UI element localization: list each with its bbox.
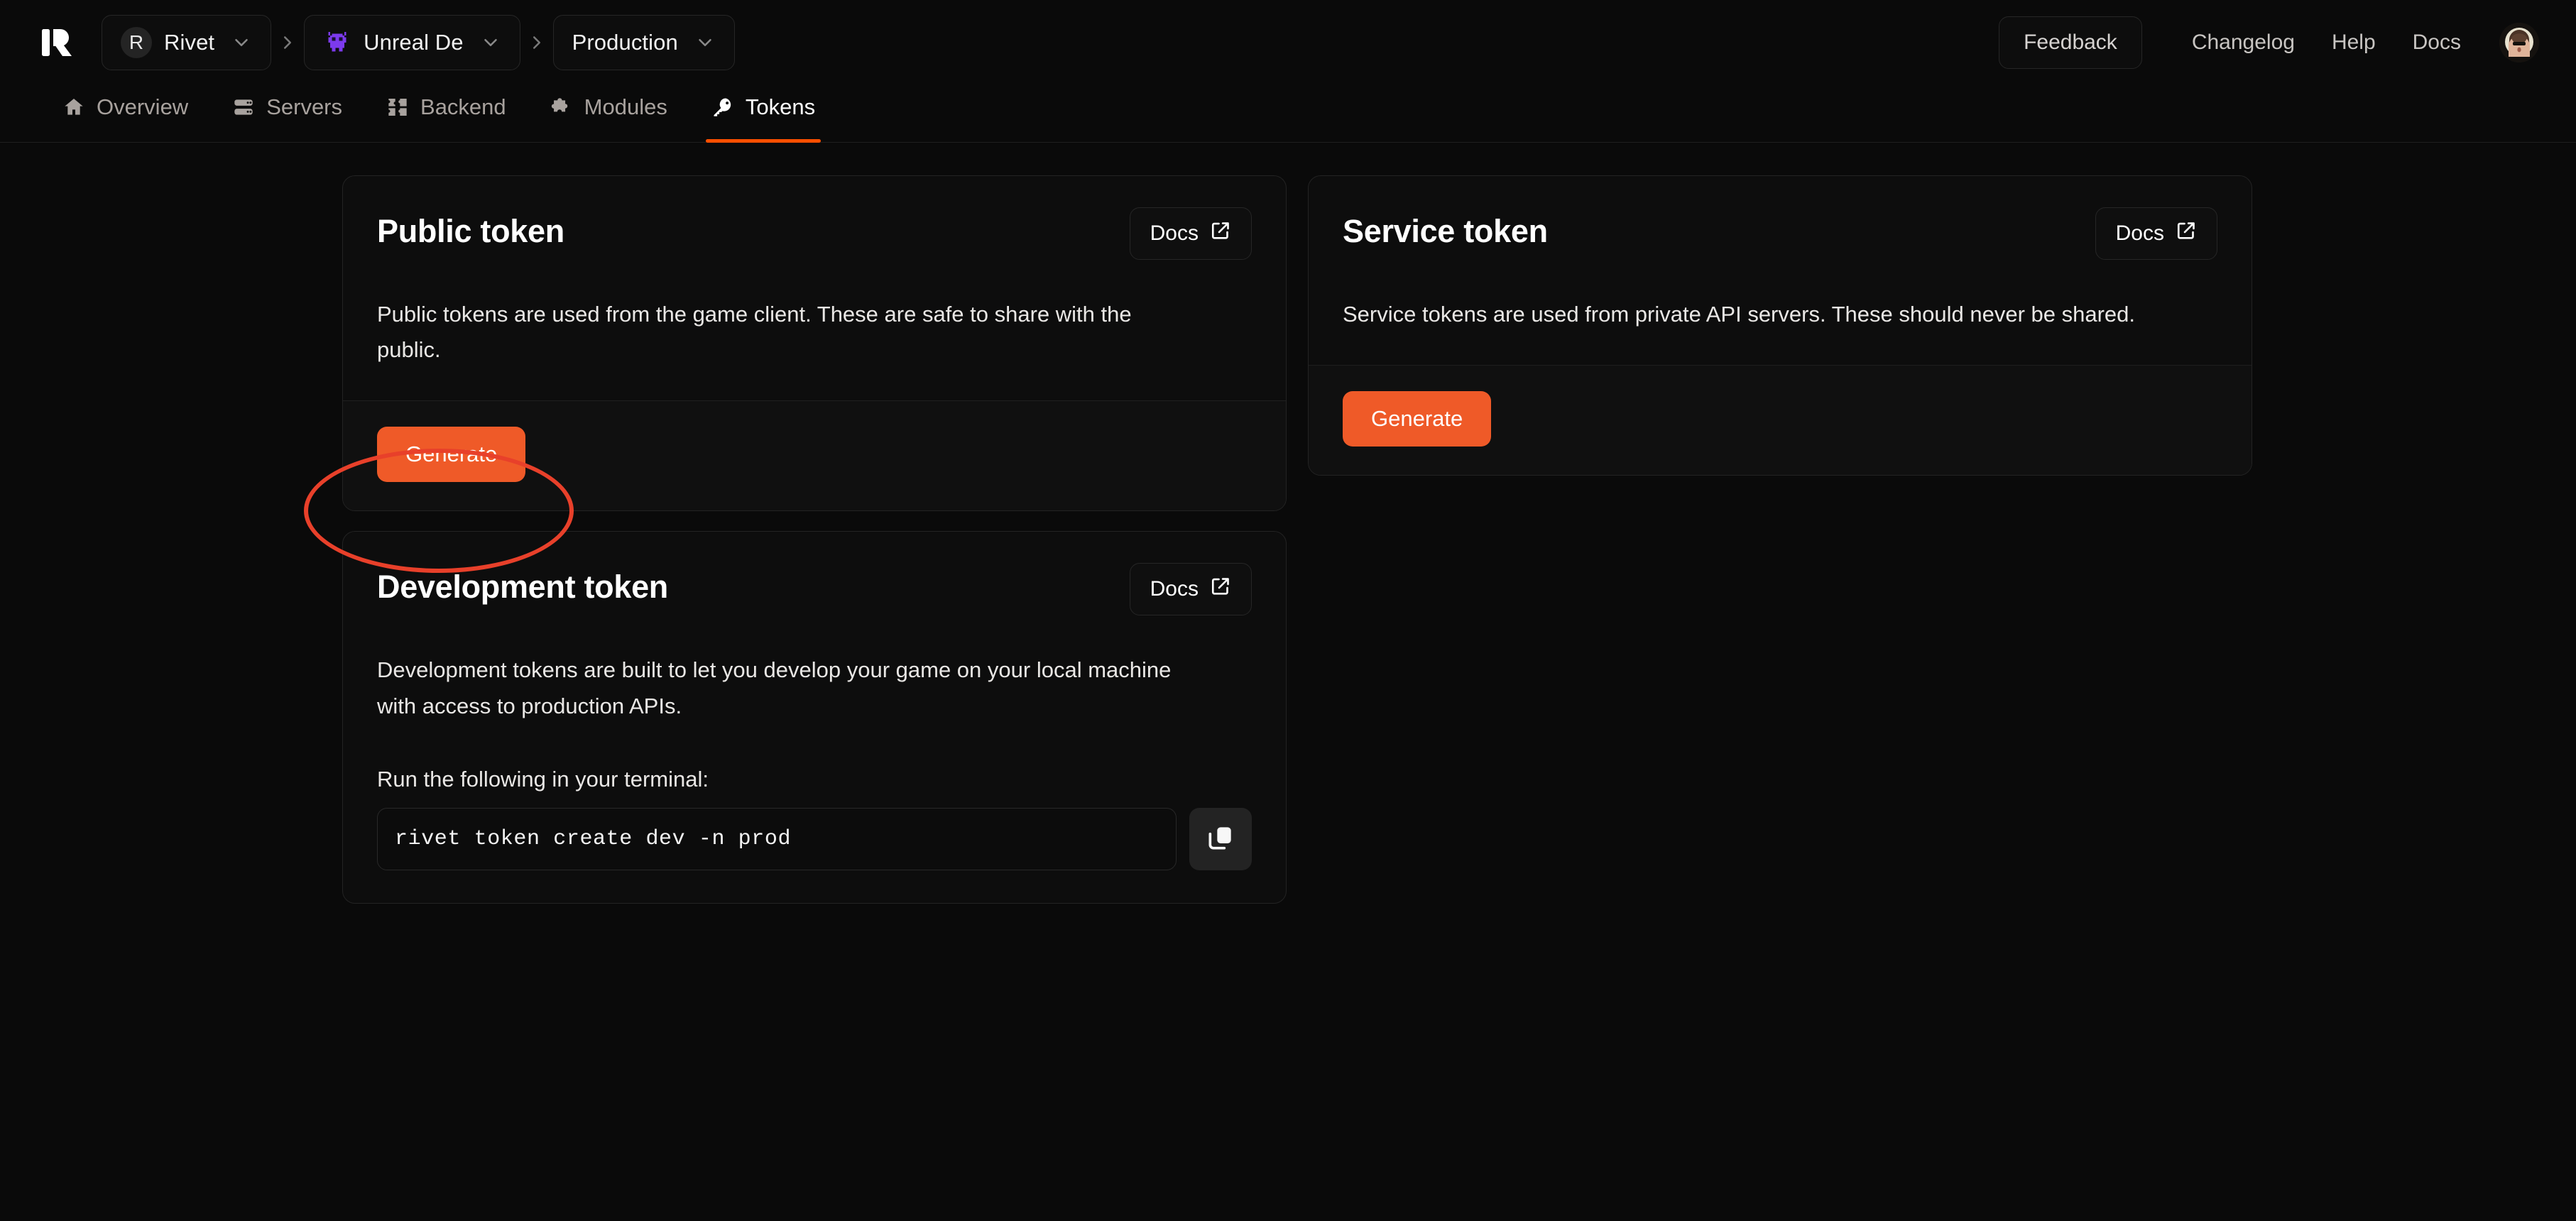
tab-servers-label: Servers [266,94,342,120]
header-link-changelog[interactable]: Changelog [2173,31,2313,55]
service-token-footer: Generate [1309,365,2252,475]
breadcrumb-environment-label: Production [572,30,678,55]
public-token-footer: Generate [343,400,1286,510]
tab-modules-label: Modules [584,94,667,120]
chevron-down-icon [480,32,501,53]
tab-tokens-label: Tokens [746,94,815,120]
chevron-right-icon [520,26,553,59]
breadcrumb-item-game[interactable]: Unreal De [304,15,520,70]
public-token-generate-button[interactable]: Generate [377,427,525,482]
docs-button-label: Docs [1150,577,1199,601]
docs-button-label: Docs [2116,221,2164,246]
game-alien-icon [323,28,351,57]
copy-icon [1206,823,1235,854]
backend-grid-icon [386,96,409,119]
feedback-button[interactable]: Feedback [1999,16,2142,69]
public-token-description: Public tokens are used from the game cli… [377,297,1186,368]
external-link-icon [2176,220,2197,247]
header-actions: Feedback Changelog Help Docs [1999,16,2539,69]
service-token-header: Service token Docs [1343,207,2217,260]
public-token-title: Public token [377,207,564,250]
home-icon [62,96,85,119]
public-token-header: Public token Docs [377,207,1252,260]
left-column: Public token Docs [342,175,1287,924]
tab-servers[interactable]: Servers [232,84,342,142]
user-avatar[interactable] [2499,23,2539,62]
external-link-icon [1210,220,1231,247]
tab-modules[interactable]: Modules [550,84,667,142]
copy-command-button[interactable] [1189,808,1252,870]
chevron-down-icon [231,32,252,53]
chevron-right-icon [271,26,304,59]
breadcrumb-org-label: Rivet [164,30,214,55]
public-token-body: Public token Docs [343,176,1286,400]
development-token-body: Development token Docs [343,532,1286,902]
breadcrumb-item-org[interactable]: R Rivet [102,15,271,70]
key-icon [711,96,734,119]
terminal-command-row: rivet token create dev -n prod [377,808,1252,870]
app-header: R Rivet [0,0,2576,84]
chevron-down-icon [694,32,716,53]
main-content: Public token Docs [0,143,2576,924]
tab-tokens[interactable]: Tokens [711,84,815,142]
primary-tabbar: Overview Servers [0,84,2576,143]
terminal-instruction-label: Run the following in your terminal: [377,767,1252,792]
header-link-docs[interactable]: Docs [2394,31,2479,55]
service-token-card: Service token Docs [1308,175,2252,476]
public-token-docs-button[interactable]: Docs [1130,207,1252,260]
development-token-docs-button[interactable]: Docs [1130,563,1252,615]
service-token-generate-button[interactable]: Generate [1343,391,1491,447]
tab-overview[interactable]: Overview [62,84,188,142]
development-token-description: Development tokens are built to let you … [377,652,1186,723]
external-link-icon [1210,576,1231,603]
public-token-card: Public token Docs [342,175,1287,511]
development-token-header: Development token Docs [377,563,1252,615]
breadcrumb-item-environment[interactable]: Production [553,15,735,70]
tab-backend[interactable]: Backend [386,84,506,142]
right-column: Service token Docs [1308,175,2252,924]
terminal-command-input[interactable]: rivet token create dev -n prod [377,808,1177,870]
breadcrumb: R Rivet [102,15,735,70]
docs-button-label: Docs [1150,221,1199,246]
development-token-card: Development token Docs [342,531,1287,903]
service-token-description: Service tokens are used from private API… [1343,297,2152,332]
development-token-title: Development token [377,563,668,606]
tab-backend-label: Backend [420,94,506,120]
header-link-help[interactable]: Help [2313,31,2394,55]
puzzle-piece-icon [550,96,573,119]
service-token-docs-button[interactable]: Docs [2095,207,2217,260]
server-icon [232,96,255,119]
page-root: R Rivet [0,0,2576,1221]
service-token-title: Service token [1343,207,1548,250]
service-token-body: Service token Docs [1309,176,2252,365]
tab-overview-label: Overview [97,94,188,120]
org-avatar: R [121,27,152,58]
breadcrumb-game-label: Unreal De [364,30,463,55]
rivet-logo-icon[interactable] [39,24,76,61]
